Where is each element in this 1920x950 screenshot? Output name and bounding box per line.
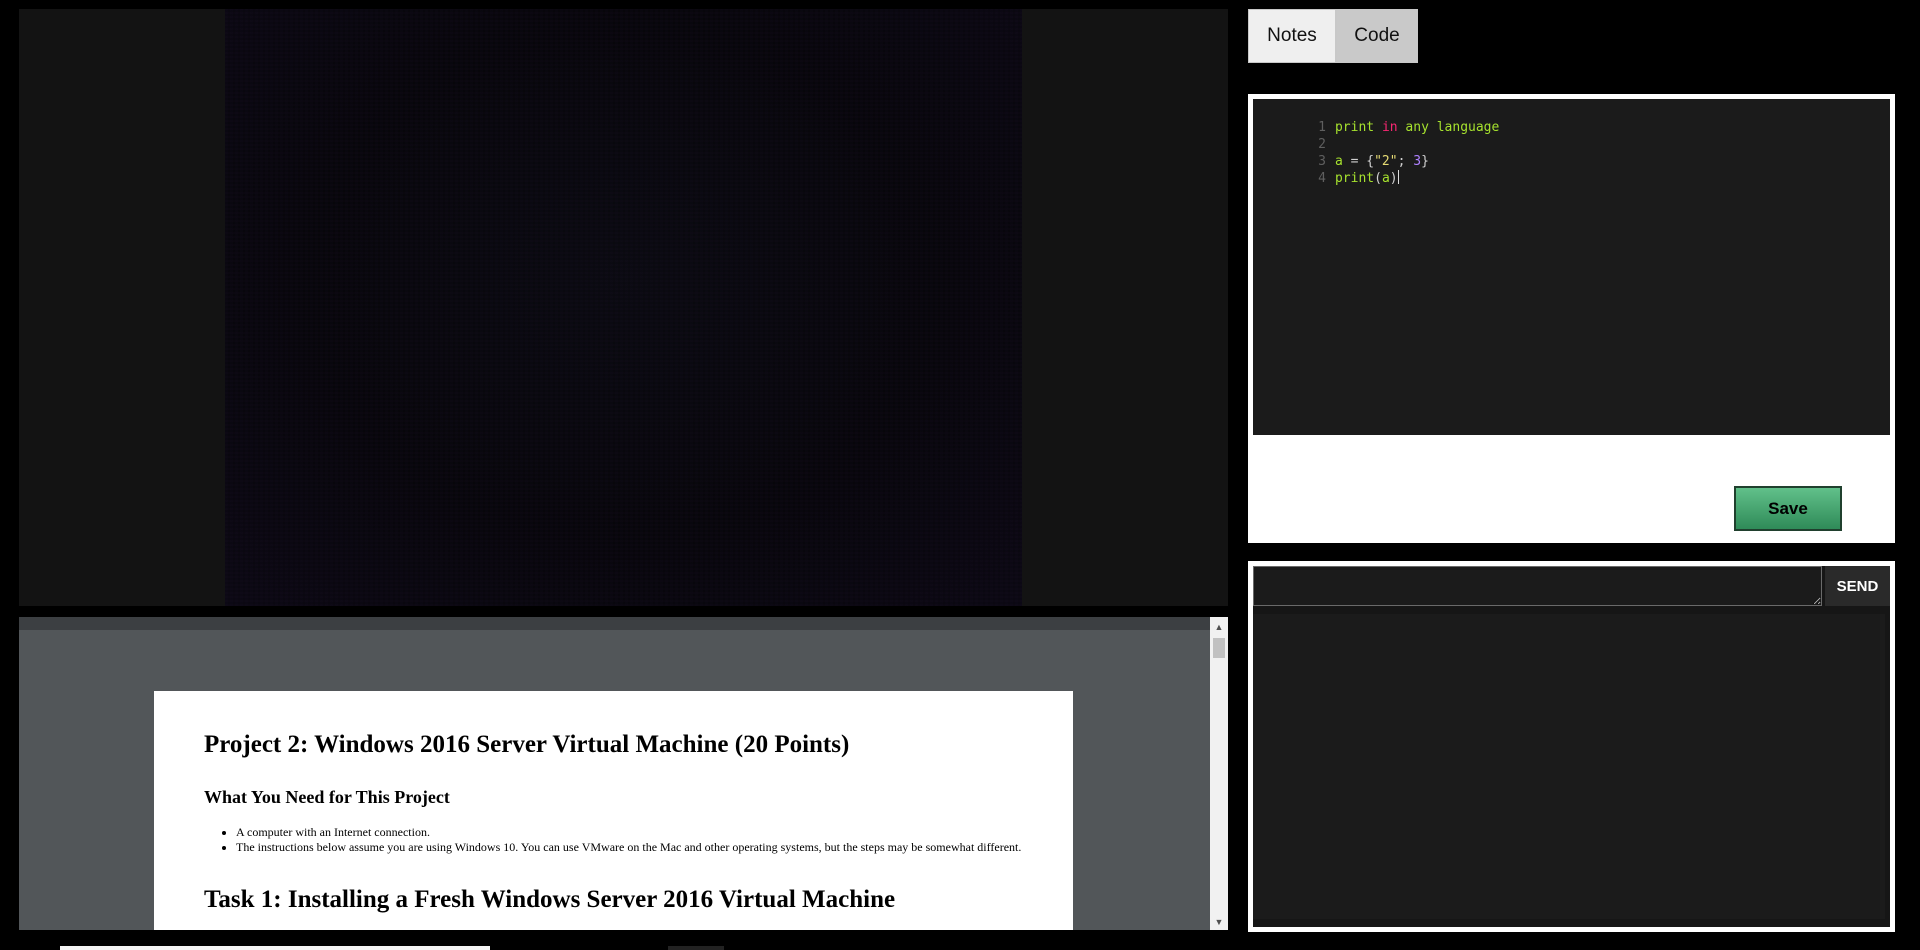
bottom-bar-segment (60, 946, 490, 950)
code-text: print in any language (1335, 120, 1499, 135)
send-button[interactable]: SEND (1825, 566, 1890, 606)
scroll-down-arrow-icon[interactable]: ▼ (1210, 914, 1228, 930)
document-title: Project 2: Windows 2016 Server Virtual M… (204, 731, 850, 758)
code-token: print (1334, 120, 1375, 135)
list-item: The instructions below assume you are us… (236, 840, 1056, 855)
chat-input[interactable] (1253, 566, 1822, 606)
video-panel (19, 9, 1228, 606)
code-token: } (1421, 154, 1429, 169)
document-viewer[interactable]: Project 2: Windows 2016 Server Virtual M… (19, 617, 1228, 930)
task-heading: Task 1: Installing a Fresh Windows Serve… (204, 886, 896, 913)
code-token: ) (1389, 171, 1398, 186)
scroll-up-arrow-icon[interactable]: ▲ (1210, 619, 1228, 635)
requirements-list: A computer with an Internet connection. … (204, 825, 1056, 854)
code-token: any language (1397, 120, 1500, 135)
line-number: 4 (1318, 171, 1326, 186)
chat-messages (1253, 614, 1885, 919)
code-token: 3 (1413, 154, 1422, 169)
chat-panel: SEND (1248, 561, 1895, 932)
tab-notes[interactable]: Notes (1248, 9, 1336, 63)
video-frame (225, 9, 1022, 606)
text-cursor (1397, 170, 1399, 184)
code-line-3: 3a = {"2"; 3} (1253, 136, 1429, 169)
code-token: ( (1374, 171, 1382, 186)
code-token: ; (1397, 154, 1414, 169)
code-line-4: 4 print(a) (1253, 153, 1399, 186)
list-item: A computer with an Internet connection. (236, 825, 1056, 840)
document-toolbar (19, 617, 1210, 630)
code-panel: 1 print in any language 2 3a = {"2"; 3} 4… (1248, 94, 1895, 543)
code-line-2: 2 (1253, 119, 1335, 152)
bottom-bar-segment (668, 946, 724, 950)
chat-container: SEND (1253, 566, 1890, 927)
code-token: print (1334, 171, 1375, 186)
save-button[interactable]: Save (1734, 486, 1842, 531)
code-token: in (1381, 120, 1398, 135)
scroll-thumb[interactable] (1213, 638, 1225, 658)
tab-code[interactable]: Code (1336, 9, 1418, 63)
code-text: print(a) (1335, 171, 1398, 186)
code-editor[interactable]: 1 print in any language 2 3a = {"2"; 3} 4… (1253, 99, 1890, 435)
code-token: a (1381, 171, 1390, 186)
document-subtitle: What You Need for This Project (204, 787, 450, 807)
document-scrollbar[interactable]: ▲ ▼ (1210, 617, 1228, 930)
panel-tabs: Notes Code (1248, 9, 1418, 63)
document-page: Project 2: Windows 2016 Server Virtual M… (154, 691, 1073, 930)
code-line-1: 1 print in any language (1253, 102, 1499, 135)
